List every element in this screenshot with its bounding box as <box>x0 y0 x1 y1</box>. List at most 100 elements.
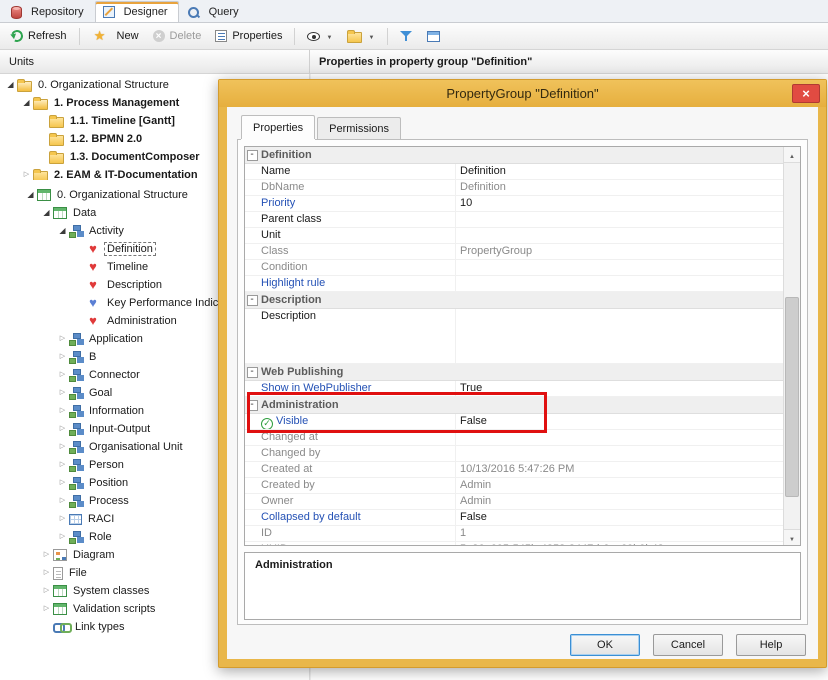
grid-row[interactable]: Changed by <box>245 446 783 462</box>
grid-row[interactable]: Unit <box>245 228 783 244</box>
property-value[interactable] <box>455 260 783 275</box>
expander-icon[interactable]: ▷ <box>56 330 69 348</box>
expander-icon[interactable]: ◢ <box>24 186 37 204</box>
grid-row[interactable]: Visible False <box>245 414 783 430</box>
grid-row[interactable]: Description <box>245 309 783 364</box>
expander-icon[interactable]: ▷ <box>56 348 69 366</box>
category-collapse-icon[interactable] <box>245 462 259 477</box>
category-collapse-icon[interactable] <box>245 430 259 445</box>
grid-row[interactable]: Condition <box>245 260 783 276</box>
main-tab[interactable]: Designer <box>94 1 179 22</box>
expander-icon[interactable]: ◢ <box>40 204 53 222</box>
property-value[interactable]: 1 <box>455 526 783 541</box>
expander-icon[interactable]: ▷ <box>40 564 53 582</box>
properties-button[interactable]: Properties <box>209 27 288 45</box>
scroll-up-button[interactable] <box>784 147 800 163</box>
new-button[interactable]: New <box>86 26 145 46</box>
grid-row[interactable]: UUID 5a36a605-545b-4358-8447-b6ac60b0b43… <box>245 542 783 545</box>
expander-icon[interactable]: ◢ <box>56 222 69 240</box>
grid-row[interactable]: Web Publishing <box>245 364 783 381</box>
expander-icon[interactable]: ▷ <box>56 528 69 546</box>
grid-row[interactable]: Class PropertyGroup <box>245 244 783 260</box>
grid-row[interactable]: Collapsed by default False <box>245 510 783 526</box>
grid-row[interactable]: Created at 10/13/2016 5:47:26 PM <box>245 462 783 478</box>
expander-icon[interactable]: ▷ <box>56 474 69 492</box>
property-value[interactable]: 5a36a605-545b-4358-8447-b6ac60b0b43a <box>455 542 783 545</box>
grid-row[interactable]: Priority 10 <box>245 196 783 212</box>
category-collapse-icon[interactable] <box>245 212 259 227</box>
help-button[interactable]: Help <box>736 634 806 656</box>
property-value[interactable] <box>455 364 783 380</box>
category-collapse-icon[interactable] <box>245 364 259 380</box>
dialog-titlebar[interactable]: PropertyGroup "Definition" <box>219 80 826 107</box>
category-collapse-icon[interactable] <box>245 164 259 179</box>
expander-icon[interactable]: ▷ <box>56 492 69 510</box>
folder-dropdown-button[interactable] <box>341 27 381 46</box>
expander-icon[interactable]: ▷ <box>56 510 69 528</box>
grid-row[interactable]: Changed at <box>245 430 783 446</box>
scrollbar-thumb[interactable] <box>785 297 799 497</box>
property-value[interactable] <box>455 430 783 445</box>
category-collapse-icon[interactable] <box>245 196 259 211</box>
grid-scrollbar[interactable] <box>783 147 800 545</box>
category-collapse-icon[interactable] <box>245 147 259 163</box>
category-collapse-icon[interactable] <box>245 228 259 243</box>
grid-row[interactable]: Owner Admin <box>245 494 783 510</box>
close-button[interactable] <box>792 84 820 103</box>
category-collapse-icon[interactable] <box>245 542 259 545</box>
expander-icon[interactable]: ▷ <box>40 582 53 600</box>
category-collapse-icon[interactable] <box>245 244 259 259</box>
expander-icon[interactable]: ▷ <box>56 438 69 456</box>
property-value[interactable] <box>455 276 783 291</box>
property-value[interactable] <box>455 397 783 413</box>
ok-button[interactable]: OK <box>570 634 640 656</box>
property-value[interactable] <box>455 292 783 308</box>
category-collapse-icon[interactable] <box>245 526 259 541</box>
expander-icon[interactable]: ▷ <box>56 402 69 420</box>
grid-row[interactable]: ID 1 <box>245 526 783 542</box>
property-value[interactable] <box>455 446 783 461</box>
expander-icon[interactable]: ▷ <box>56 384 69 402</box>
property-value[interactable] <box>455 212 783 227</box>
property-value[interactable] <box>455 309 783 363</box>
property-value[interactable]: PropertyGroup <box>455 244 783 259</box>
property-value[interactable]: Admin <box>455 478 783 493</box>
category-collapse-icon[interactable] <box>245 180 259 195</box>
form-designer-button[interactable] <box>421 28 446 45</box>
property-value[interactable] <box>455 228 783 243</box>
grid-row[interactable]: Highlight rule <box>245 276 783 292</box>
category-collapse-icon[interactable] <box>245 494 259 509</box>
expander-icon[interactable]: ▷ <box>56 420 69 438</box>
category-collapse-icon[interactable] <box>245 446 259 461</box>
category-collapse-icon[interactable] <box>245 381 259 396</box>
expander-icon[interactable]: ◢ <box>20 94 33 112</box>
refresh-button[interactable]: Refresh <box>5 27 73 45</box>
property-value[interactable]: Definition <box>455 180 783 195</box>
expander-icon[interactable]: ◢ <box>4 76 17 94</box>
property-value[interactable]: True <box>455 381 783 396</box>
delete-button[interactable]: Delete <box>147 27 208 45</box>
grid-row[interactable]: Parent class <box>245 212 783 228</box>
grid-row[interactable]: DbName Definition <box>245 180 783 196</box>
expander-icon[interactable]: ▷ <box>20 166 33 180</box>
dialog-tab[interactable]: Properties <box>241 115 316 139</box>
category-collapse-icon[interactable] <box>245 478 259 493</box>
category-collapse-icon[interactable] <box>245 276 259 291</box>
category-collapse-icon[interactable] <box>245 260 259 275</box>
grid-row[interactable]: Name Definition <box>245 164 783 180</box>
grid-row[interactable]: Created by Admin <box>245 478 783 494</box>
dialog-tab[interactable]: Permissions <box>317 117 402 139</box>
grid-row[interactable]: Description <box>245 292 783 309</box>
cancel-button[interactable]: Cancel <box>653 634 723 656</box>
property-value[interactable] <box>455 147 783 163</box>
property-value[interactable]: 10 <box>455 196 783 211</box>
property-value[interactable]: Definition <box>455 164 783 179</box>
property-value[interactable]: Admin <box>455 494 783 509</box>
scroll-down-button[interactable] <box>784 529 800 545</box>
property-value[interactable]: 10/13/2016 5:47:26 PM <box>455 462 783 477</box>
category-collapse-icon[interactable] <box>245 397 259 413</box>
view-dropdown-button[interactable] <box>301 27 339 45</box>
expander-icon[interactable]: ▷ <box>40 546 53 564</box>
property-value[interactable]: False <box>455 414 783 429</box>
category-collapse-icon[interactable] <box>245 309 259 363</box>
